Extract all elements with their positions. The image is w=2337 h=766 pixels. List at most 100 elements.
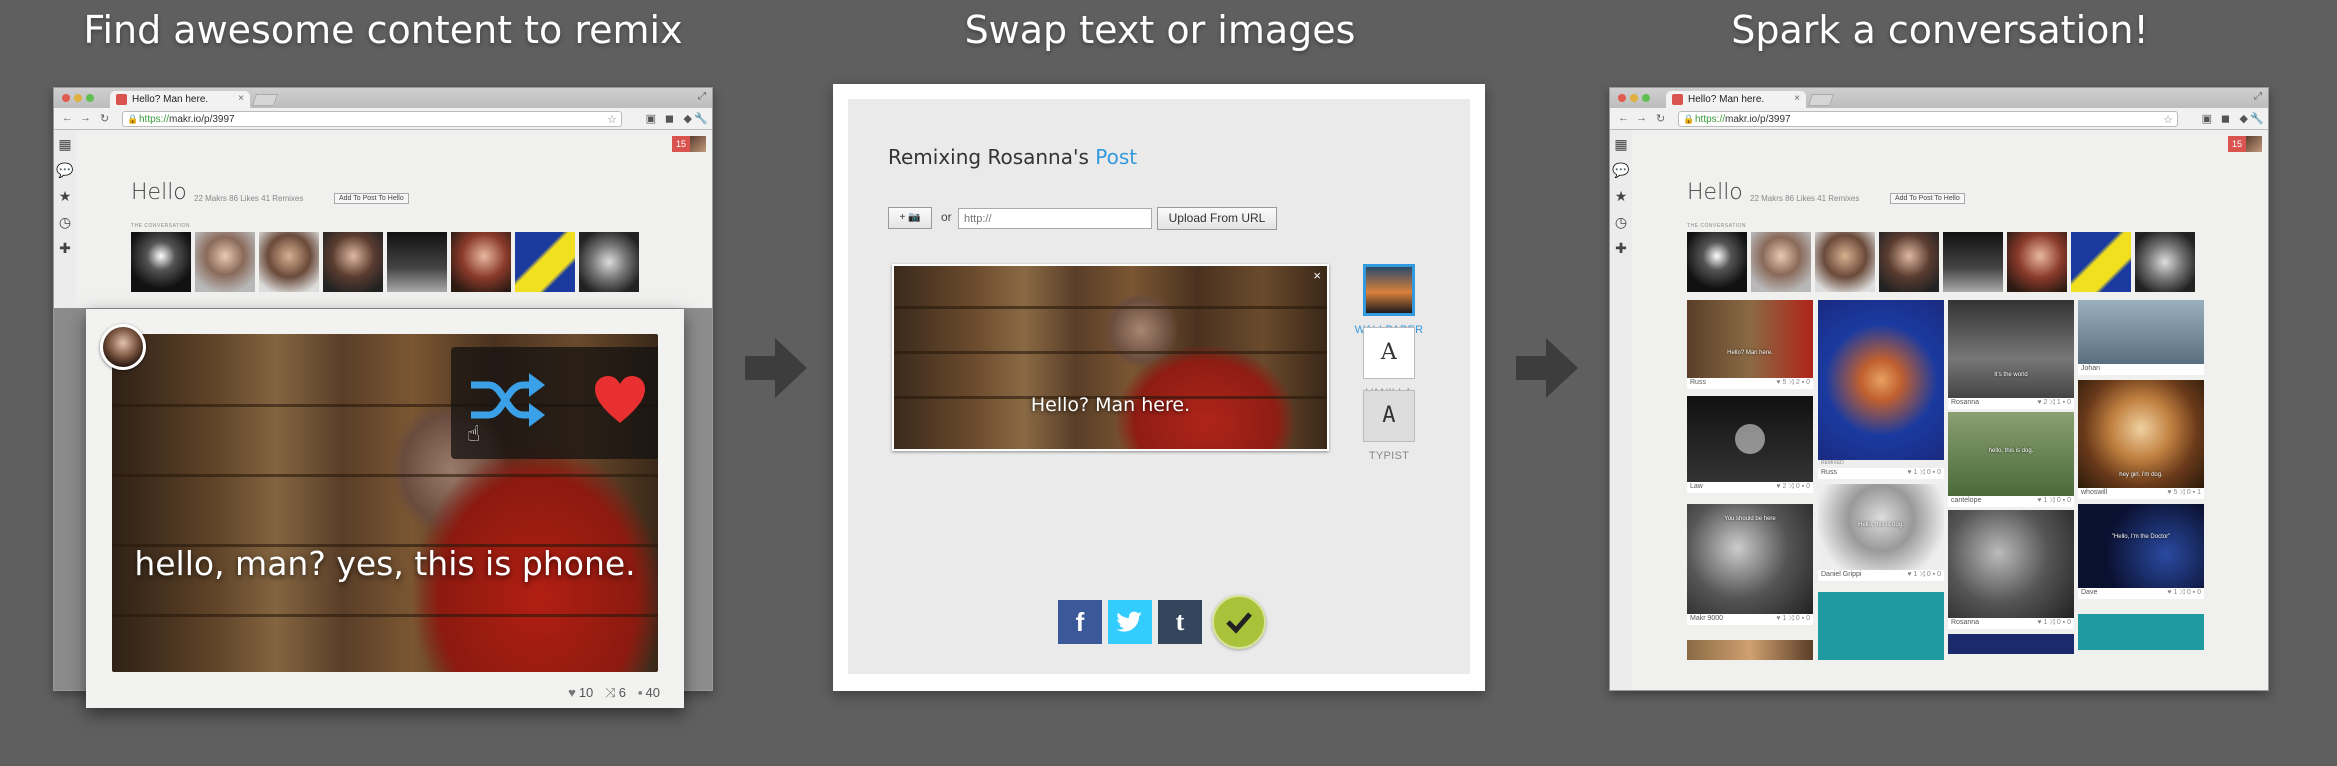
new-tab-button[interactable] bbox=[251, 94, 279, 106]
thumbnail[interactable] bbox=[1815, 232, 1875, 292]
feed-item[interactable]: Law ♥ 2 ⤨ 0 ▪ 0 bbox=[1687, 396, 1813, 493]
style-typist[interactable]: A TYPIST bbox=[1354, 390, 1424, 462]
chat-icon[interactable]: 💬 bbox=[1612, 162, 1629, 178]
forward-icon[interactable]: → bbox=[1636, 112, 1647, 124]
feed-item[interactable] bbox=[1687, 640, 1813, 660]
tumblr-share-button[interactable]: t bbox=[1158, 600, 1202, 644]
feed-item[interactable]: Hello, this is dog. Daniel Grippi ♥ 1 ⤨ 0… bbox=[1818, 484, 1944, 581]
extension-icon[interactable]: ◆ bbox=[2240, 112, 2248, 125]
post-image[interactable]: ☝ hello, man? yes, this is phone. bbox=[112, 334, 658, 672]
chat-icon[interactable]: 💬 bbox=[56, 162, 73, 178]
star-icon[interactable]: ★ bbox=[59, 188, 72, 204]
bookmark-star-icon[interactable]: ☆ bbox=[607, 113, 617, 126]
feed-item[interactable] bbox=[2078, 614, 2204, 650]
back-icon[interactable]: ← bbox=[1618, 112, 1629, 124]
star-icon[interactable]: ★ bbox=[1615, 188, 1628, 204]
new-tab-button[interactable] bbox=[1807, 94, 1835, 106]
thumbnail[interactable] bbox=[579, 232, 639, 292]
fullscreen-icon[interactable]: ⤢ bbox=[2254, 91, 2262, 102]
extension-icon[interactable]: ▣ bbox=[646, 112, 656, 125]
notification-badge[interactable]: 15 bbox=[2228, 136, 2246, 152]
feed-item[interactable]: "Hello, I'm the Doctor" Dave ♥ 1 ⤨ 0 ▪ 0 bbox=[2078, 504, 2204, 599]
clock-icon[interactable]: ◷ bbox=[59, 214, 71, 230]
thumbnail[interactable] bbox=[2007, 232, 2067, 292]
post-link[interactable]: Post bbox=[1095, 145, 1137, 169]
heart-icon[interactable] bbox=[593, 375, 647, 425]
feed-item[interactable]: You should be here Makr 9000 ♥ 1 ⤨ 0 ▪ 0 bbox=[1687, 504, 1813, 625]
feed-item[interactable]: REMIXED Russ ♥ 1 ⤨ 0 ▪ 0 bbox=[1818, 300, 1944, 479]
editable-caption[interactable]: Hello? Man here. bbox=[894, 394, 1327, 416]
reload-icon[interactable]: ↻ bbox=[100, 112, 109, 125]
feed-item[interactable] bbox=[1948, 634, 2074, 654]
feed-stats: ♥ 1 ⤨ 0 ▪ 0 bbox=[1776, 615, 1810, 622]
browser-tab[interactable]: Hello? Man here. × bbox=[1666, 91, 1806, 108]
plus-icon[interactable]: ✚ bbox=[1615, 240, 1627, 256]
wrench-icon[interactable]: 🔧 bbox=[2250, 112, 2264, 125]
remix-canvas[interactable]: × Hello? Man here. bbox=[892, 264, 1329, 451]
style-wallpaper[interactable]: WALLPAPER bbox=[1354, 264, 1424, 336]
thumbnail[interactable] bbox=[2135, 232, 2195, 292]
clock-icon[interactable]: ◷ bbox=[1615, 214, 1627, 230]
thumbnail[interactable] bbox=[323, 232, 383, 292]
facebook-share-button[interactable]: f bbox=[1058, 600, 1102, 644]
browser-tab[interactable]: Hello? Man here. × bbox=[110, 91, 250, 108]
step2-heading: Swap text or images bbox=[964, 8, 1356, 52]
close-tab-icon[interactable]: × bbox=[1794, 93, 1800, 104]
add-to-post-button[interactable]: Add To Post To Hello bbox=[334, 193, 409, 204]
thumbnail[interactable] bbox=[451, 232, 511, 292]
feed-item[interactable]: hello, this is dog. cantelope ♥ 1 ⤨ 0 ▪ 0 bbox=[1948, 412, 2074, 507]
forward-icon[interactable]: → bbox=[80, 112, 91, 124]
grid-icon[interactable]: ▦ bbox=[58, 136, 71, 152]
grid-icon[interactable]: ▦ bbox=[1614, 136, 1627, 152]
extension-icon[interactable]: ◼ bbox=[665, 112, 674, 125]
remixes-stat[interactable]: ⤨ 6 bbox=[605, 685, 626, 701]
avatar[interactable] bbox=[690, 136, 706, 152]
address-bar[interactable]: 🔒 https://makr.io/p/3997 ☆ bbox=[1678, 111, 2178, 127]
feed-item[interactable] bbox=[1818, 592, 1944, 660]
back-icon[interactable]: ← bbox=[62, 112, 73, 124]
thumbnail[interactable] bbox=[387, 232, 447, 292]
author-avatar[interactable] bbox=[100, 324, 146, 370]
feed-item[interactable]: hey girl. i'm dog. whoswill ♥ 5 ⤨ 0 ▪ 1 bbox=[2078, 380, 2204, 499]
thumbnail[interactable] bbox=[1879, 232, 1939, 292]
comments-stat[interactable]: ▪ 40 bbox=[638, 685, 660, 701]
close-tab-icon[interactable]: × bbox=[238, 93, 244, 104]
extension-icon[interactable]: ◆ bbox=[684, 112, 692, 125]
twitter-share-button[interactable] bbox=[1108, 600, 1152, 644]
reload-icon[interactable]: ↻ bbox=[1656, 112, 1665, 125]
play-icon[interactable] bbox=[1735, 424, 1765, 454]
address-bar[interactable]: 🔒 https://makr.io/p/3997 ☆ bbox=[122, 111, 622, 127]
window-controls[interactable] bbox=[1618, 94, 1650, 102]
image-url-input[interactable] bbox=[958, 208, 1152, 229]
feed-item[interactable]: Johan bbox=[2078, 300, 2204, 375]
plus-icon[interactable]: ✚ bbox=[59, 240, 71, 256]
wrench-icon[interactable]: 🔧 bbox=[694, 112, 708, 125]
feed-item[interactable]: It's the world Rosanna ♥ 2 ⤨ 1 ▪ 0 bbox=[1948, 300, 2074, 409]
thumbnail[interactable] bbox=[2071, 232, 2131, 292]
add-to-post-button[interactable]: Add To Post To Hello bbox=[1890, 193, 1965, 204]
notification-badge[interactable]: 15 bbox=[672, 136, 690, 152]
thumbnail[interactable] bbox=[515, 232, 575, 292]
publish-button[interactable] bbox=[1212, 595, 1266, 649]
style-vanilla[interactable]: A VANILLA bbox=[1354, 327, 1424, 399]
thumbnail[interactable] bbox=[1943, 232, 2003, 292]
feed-item[interactable]: Rosanna ♥ 1 ⤨ 0 ▪ 0 bbox=[1948, 510, 2074, 629]
thumbnail[interactable] bbox=[131, 232, 191, 292]
upload-from-url-button[interactable]: Upload From URL bbox=[1157, 207, 1277, 230]
thumbnail[interactable] bbox=[259, 232, 319, 292]
window-controls[interactable] bbox=[62, 94, 94, 102]
conversation-label: THE CONVERSATION bbox=[131, 223, 191, 229]
thumbnail[interactable] bbox=[195, 232, 255, 292]
likes-stat[interactable]: ♥ 10 bbox=[568, 685, 593, 701]
extension-icon[interactable]: ◼ bbox=[2221, 112, 2230, 125]
fullscreen-icon[interactable]: ⤢ bbox=[698, 91, 706, 102]
avatar[interactable] bbox=[2246, 136, 2262, 152]
bookmark-star-icon[interactable]: ☆ bbox=[2163, 113, 2173, 126]
add-photo-button[interactable]: + 📷 bbox=[888, 207, 932, 229]
thumbnail[interactable] bbox=[1687, 232, 1747, 292]
extension-icon[interactable]: ▣ bbox=[2202, 112, 2212, 125]
feed-item[interactable]: Hello? Man here. Russ ♥ 5 ⤨ 2 ▪ 0 bbox=[1687, 300, 1813, 389]
close-icon[interactable]: × bbox=[1313, 268, 1321, 283]
thumbnail[interactable] bbox=[1751, 232, 1811, 292]
feed-overlay-text: You should be here bbox=[1724, 516, 1776, 522]
